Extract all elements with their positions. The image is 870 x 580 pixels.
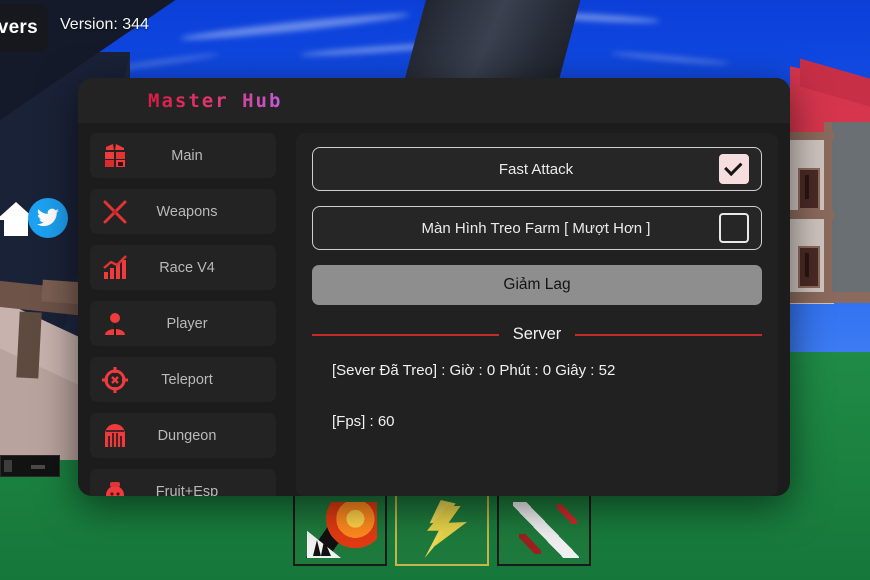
sidebar-item-weapons[interactable]: Weapons: [90, 189, 276, 234]
toggle-row-man-hinh-treo-farm[interactable]: Màn Hình Treo Farm [ Mượt Hơn ]: [312, 206, 762, 250]
window-bar: [805, 253, 809, 277]
gift-box-icon: [102, 143, 128, 169]
sidebar-item-race-v4[interactable]: Race V4: [90, 245, 276, 290]
divider-line-right: [575, 333, 763, 336]
server-section-title: Server: [512, 325, 562, 343]
toggle-label: Fast Attack: [498, 160, 574, 178]
bar-chart-up-icon: [102, 254, 128, 281]
panel-header: Master Hub: [78, 78, 790, 123]
sidebar-item-label: Dungeon: [157, 427, 217, 444]
servers-button[interactable]: vers: [0, 4, 48, 52]
panel-title: Master Hub: [148, 89, 283, 112]
cloud: [180, 10, 410, 43]
crossed-swords-icon: [102, 199, 128, 225]
sidebar-item-dungeon[interactable]: Dungeon: [90, 413, 276, 458]
inventory-hotbar[interactable]: [293, 492, 591, 566]
table-leg: [16, 311, 42, 379]
sidebar-item-label: Main: [171, 147, 203, 164]
inventory-slot-2[interactable]: [395, 492, 489, 566]
sidebar-item-label: Teleport: [161, 371, 213, 388]
building-beam: [824, 122, 832, 302]
sidebar: Main Weapons Race V4 Player Teleport Dun…: [78, 123, 288, 496]
inventory-slot-3[interactable]: [497, 492, 591, 566]
cloud: [610, 50, 730, 67]
twitter-icon[interactable]: [28, 198, 68, 238]
sidebar-item-teleport[interactable]: Teleport: [90, 357, 276, 402]
divider-line-left: [312, 333, 499, 336]
content-panel: Fast Attack Màn Hình Treo Farm [ Mượt Hơ…: [296, 133, 778, 496]
sidebar-item-label: Fruit+Esp: [155, 483, 219, 497]
game-screen: vers Version: 344 Master Hub Main Weapon…: [0, 0, 870, 580]
inventory-slot-1[interactable]: [293, 492, 387, 566]
toggle-label: Màn Hình Treo Farm [ Mượt Hơn ]: [421, 219, 651, 237]
checkbox-man-hinh-treo-farm[interactable]: [719, 213, 749, 243]
version-label: Version: 344: [60, 16, 149, 33]
sidebar-item-label: Weapons: [156, 203, 218, 220]
fps-status: [Fps] : 60: [332, 413, 395, 430]
crosshair-target-icon: [102, 366, 128, 393]
building-window: [798, 246, 820, 288]
giam-lag-button[interactable]: Giảm Lag: [312, 265, 762, 305]
servers-button-label: vers: [0, 17, 38, 38]
dungeon-gate-icon: [102, 423, 128, 449]
sidebar-item-main[interactable]: Main: [90, 133, 276, 178]
sidebar-item-player[interactable]: Player: [90, 301, 276, 346]
sidebar-item-fruit-esp[interactable]: Fruit+Esp: [90, 469, 276, 496]
sidebar-item-label: Race V4: [159, 259, 215, 276]
window-bar: [805, 175, 809, 199]
world-ui-bar: [0, 455, 60, 477]
master-hub-panel: Master Hub Main Weapons Race V4 Player T…: [78, 78, 790, 496]
building-window: [798, 168, 820, 210]
sidebar-item-label: Player: [166, 315, 208, 332]
checkbox-fast-attack[interactable]: [719, 154, 749, 184]
toggle-row-fast-attack[interactable]: Fast Attack: [312, 147, 762, 191]
flame-weapon-item: [305, 502, 377, 558]
spear-weapon-item: [513, 502, 579, 558]
lightning-fruit-core: [427, 506, 467, 546]
fruit-icon: [102, 479, 128, 496]
server-uptime-status: [Sever Đã Treo] : Giờ : 0 Phút : 0 Giây …: [332, 362, 616, 379]
server-section-divider: Server: [312, 325, 763, 344]
person-icon: [102, 311, 128, 337]
